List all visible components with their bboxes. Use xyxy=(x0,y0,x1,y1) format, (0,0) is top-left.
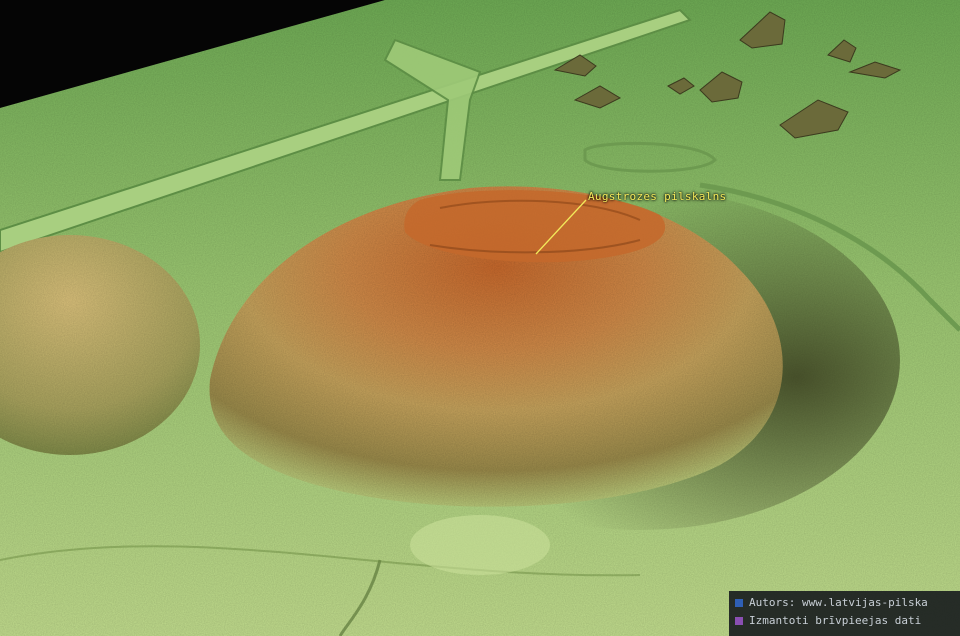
data-swatch-icon xyxy=(735,616,743,625)
credit-author-text: Autors: www.latvijas-pilska xyxy=(749,596,928,609)
terrain-3d-render[interactable] xyxy=(0,0,960,636)
hillfort-label: Augstrozes pilskalns xyxy=(588,190,727,203)
credit-data-text: Izmantoti brīvpieejas dati xyxy=(749,614,922,627)
credit-author: Autors: www.latvijas-pilska xyxy=(735,596,928,609)
author-swatch-icon xyxy=(735,598,743,607)
credits-box: Autors: www.latvijas-pilska Izmantoti br… xyxy=(729,591,960,636)
credit-data-source: Izmantoti brīvpieejas dati xyxy=(735,614,921,627)
map-view[interactable]: Augstrozes pilskalns Autors: www.latvija… xyxy=(0,0,960,636)
